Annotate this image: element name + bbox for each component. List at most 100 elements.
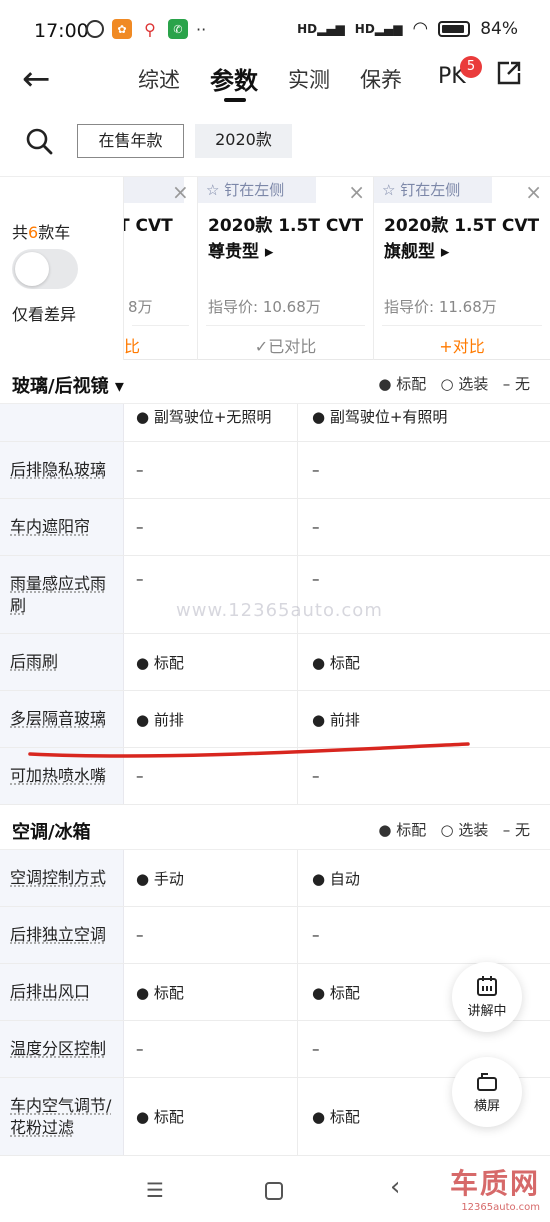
landscape-label: 横屏 [473,1099,500,1114]
compare-header: 共6款车 仅看差异 × T CVT 8万 比 ☆ 钉在左侧 × 2020款 1.… [0,176,550,361]
row-label[interactable]: 后雨刷 [0,634,124,690]
car-name-line2: 旗舰型 ▸ [384,242,450,262]
row-value-col1: – [124,556,298,633]
phone-app-icon: ✆ [168,19,188,39]
share-icon[interactable] [496,60,522,86]
back-arrow-icon[interactable]: ← [22,62,51,96]
car-column-qijianxing[interactable]: ☆ 钉在左侧 × 2020款 1.5T CVT 旗舰型 ▸ 指导价: 11.68… [374,177,550,361]
table-row: 后排独立空调 – – [0,907,550,964]
section-glass-mirror[interactable]: 玻璃/后视镜 ▾ ● 标配 ○ 选装 – 无 [0,360,550,404]
row-label[interactable]: 多层隔音玻璃 [0,691,124,747]
legend-none: – 无 [502,821,530,839]
row-value-col1: – [124,1021,298,1077]
row-value-col1: – [124,499,298,555]
tab-maintenance[interactable]: 保养 [360,64,402,94]
pk-count-badge: 5 [460,56,482,78]
year-filter-chip[interactable]: 2020款 [195,124,292,158]
search-icon[interactable] [24,126,54,156]
battery-icon [438,20,471,37]
close-icon[interactable]: × [348,180,365,204]
more-dots-icon: ·· [196,19,207,39]
total-count: 6 [28,223,39,242]
menu-icon[interactable]: ☰ [146,1178,164,1202]
legend-standard: ● 标配 [378,821,427,839]
row-value-col1: ● 标配 [124,634,298,690]
car-name[interactable]: 2020款 1.5T CVT 尊贵型 ▸ [208,213,363,265]
battery-level: 84% [480,18,518,39]
car-name-line2: 尊贵型 ▸ [208,242,274,262]
legend-optional: ○ 选装 [440,375,489,393]
brand-url: 12365auto.com [461,1202,540,1213]
row-label[interactable]: 雨量感应式雨刷 [0,556,124,633]
pin-label: 钉在左侧 [224,181,285,199]
row-value-col1: ● 标配 [124,1078,298,1155]
row-value-col2: ● 自动 [312,869,360,888]
row-value-col1: ● 前排 [124,691,298,747]
home-icon[interactable] [265,1182,283,1200]
total-prefix: 共 [12,223,29,242]
table-row: 多层隔音玻璃 ● 前排 ● 前排 [0,691,550,748]
row-value-col2: – [312,461,320,479]
car-column-partial[interactable]: × T CVT 8万 比 [124,177,198,361]
app-orange-icon: ✿ [112,19,132,39]
system-nav-bar: ☰ ‹ 车质网 12365auto.com [0,1156,550,1222]
pin-label: 钉在左侧 [400,181,461,199]
explain-fab[interactable]: 讲解中 [452,962,522,1032]
pin-left-button[interactable]: ☆ 钉在左侧 [374,177,492,203]
net2-label: HD [354,21,375,36]
signal-2-icon: HD▂▄▆ [354,21,403,36]
car-name[interactable]: 2020款 1.5T CVT 旗舰型 ▸ [384,213,539,265]
on-sale-filter-chip[interactable]: 在售年款 [77,124,184,158]
section-ac-fridge[interactable]: 空调/冰箱 ● 标配 ○ 选装 – 无 [0,806,550,850]
watermark: www.12365auto.com [176,600,383,621]
row-value-col1: – [124,442,298,498]
add-compare-button[interactable]: +对比 [374,333,550,357]
car-column-zunguixing[interactable]: ☆ 钉在左侧 × 2020款 1.5T CVT 尊贵型 ▸ 指导价: 10.68… [198,177,374,361]
close-icon[interactable]: × [525,180,542,204]
row-value-col2: – [312,926,320,944]
row-label[interactable]: 可加热喷水嘴 [0,748,124,804]
row-value-col2: ● 标配 [312,653,360,672]
row-label[interactable]: 后排隐私玻璃 [0,442,124,498]
car-price: 指导价: 10.68万 [208,298,321,316]
table-row: 后排隐私玻璃 – – [0,442,550,499]
rotate-screen-icon [477,1073,497,1091]
row-value-col1: ● 标配 [124,964,298,1020]
table-row: ● 副驾驶位+无照明 ● 副驾驶位+有照明 [0,404,550,442]
pin-left-button[interactable]: ☆ 钉在左侧 [198,177,316,203]
table-row: 雨量感应式雨刷 – – [0,556,550,634]
tab-overview[interactable]: 综述 [138,64,180,94]
table-row: 空调控制方式 ● 手动 ● 自动 [0,850,550,907]
compare-left-panel: 共6款车 仅看差异 [0,177,124,361]
row-value-col1: ● 手动 [124,850,298,906]
car-name: T CVT [124,216,173,236]
status-time: 17:00 [34,20,89,42]
row-value-col2: – [312,518,320,536]
location-pin-icon: ⚲ [140,19,160,39]
total-suffix: 款车 [38,223,71,242]
landscape-fab[interactable]: 横屏 [452,1057,522,1127]
legend-standard: ● 标配 [378,375,427,393]
tab-test[interactable]: 实测 [288,64,330,94]
row-value-col1: – [124,748,298,804]
signal-1-icon: HD▂▄▆ [297,21,345,36]
row-label[interactable]: 后排出风口 [0,964,124,1020]
section-title: 玻璃/后视镜 ▾ [12,376,124,397]
tab-params[interactable]: 参数 [210,61,258,96]
legend: ● 标配 ○ 选装 – 无 [378,373,530,394]
row-label[interactable]: 温度分区控制 [0,1021,124,1077]
back-icon[interactable]: ‹ [390,1172,400,1202]
row-value-col1: ● 副驾驶位+无照明 [124,404,298,441]
row-label[interactable]: 车内遮阳帘 [0,499,124,555]
compare-action[interactable]: 比 [124,333,197,357]
active-tab-indicator [224,98,246,102]
row-label[interactable]: 空调控制方式 [0,850,124,906]
row-label[interactable]: 车内空气调节/花粉过滤 [0,1078,124,1155]
table-row: 后雨刷 ● 标配 ● 标配 [0,634,550,691]
diff-only-toggle[interactable] [12,249,78,289]
close-icon[interactable]: × [172,180,189,204]
wifi-icon: ◠ [412,18,429,39]
row-label[interactable]: 后排独立空调 [0,907,124,963]
compared-status[interactable]: ✓已对比 [198,333,373,357]
row-value-col2: ● 副驾驶位+有照明 [312,408,448,426]
